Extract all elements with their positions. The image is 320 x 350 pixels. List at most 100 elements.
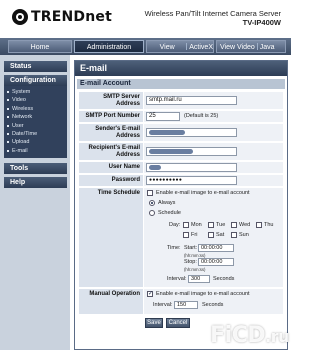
sender-email-cell bbox=[144, 124, 283, 141]
row-recipient-email: Recipient's E-mail Address bbox=[77, 143, 285, 161]
sidebar-configuration[interactable]: Configuration bbox=[4, 75, 67, 86]
manual-interval-input[interactable]: 150 bbox=[174, 301, 198, 309]
save-button[interactable]: Save bbox=[145, 318, 163, 328]
day-sat-checkbox[interactable] bbox=[208, 232, 214, 238]
manual-operation-label: Manual Operation bbox=[79, 289, 143, 314]
day-tue-label: Tue bbox=[216, 222, 226, 228]
day-sat-label: Sat bbox=[216, 232, 225, 238]
tab-divider bbox=[186, 43, 188, 50]
tab-administration[interactable]: Administration bbox=[74, 40, 144, 53]
manual-enable-label: Enable e-mail image to e-mail account bbox=[156, 291, 250, 297]
sidebar-item-video[interactable]: Video bbox=[4, 96, 67, 104]
interval-seconds-label: Seconds bbox=[213, 276, 235, 282]
section-email-account: E-mail Account bbox=[77, 79, 285, 89]
interval-input[interactable]: 300 bbox=[188, 275, 210, 283]
schedule-enable-label: Enable e-mail image to e-mail account bbox=[156, 190, 250, 196]
day-tue-checkbox[interactable] bbox=[208, 222, 214, 228]
password-cell: ●●●●●●●●●● bbox=[144, 175, 283, 186]
top-navigation: Home Administration View Video ActiveX V… bbox=[0, 38, 291, 64]
row-smtp-port: SMTP Port Number 25 (Default is 25) bbox=[77, 111, 285, 123]
product-line: Wireless Pan/Tilt Internet Camera Server bbox=[144, 9, 281, 18]
row-password: Password ●●●●●●●●●● bbox=[77, 175, 285, 187]
tab-java-label: Java bbox=[259, 44, 275, 51]
product-title: Wireless Pan/Tilt Internet Camera Server… bbox=[145, 9, 281, 27]
day-mon-checkbox[interactable] bbox=[183, 222, 189, 228]
start-label: Start: bbox=[184, 245, 198, 251]
brand-name: TRENDnet bbox=[31, 9, 112, 25]
smtp-port-cell: 25 (Default is 25) bbox=[144, 111, 283, 122]
always-label: Always bbox=[158, 200, 176, 206]
stop-time-input[interactable]: 00:00:00 bbox=[198, 258, 234, 266]
day-sun-label: Sun bbox=[239, 232, 249, 238]
trendnet-logo: TRENDnet bbox=[12, 9, 112, 25]
sidebar-item-email[interactable]: E-mail bbox=[4, 147, 67, 155]
manual-enable-checkbox[interactable] bbox=[147, 290, 153, 297]
sidebar-help[interactable]: Help bbox=[4, 177, 67, 188]
redacted-text bbox=[149, 165, 161, 170]
day-thu-label: Thu bbox=[264, 222, 274, 228]
row-sender-email: Sender's E-mail Address bbox=[77, 124, 285, 142]
tab-home[interactable]: Home bbox=[8, 40, 72, 53]
tab-view-video-activex[interactable]: View Video ActiveX bbox=[146, 40, 214, 64]
smtp-server-cell: smtp.mail.ru bbox=[144, 92, 283, 109]
start-time-input[interactable]: 00:00:00 bbox=[198, 244, 234, 252]
sidebar-status[interactable]: Status bbox=[4, 61, 67, 72]
trendnet-logo-icon bbox=[12, 9, 28, 25]
watermark: FiCD.ru bbox=[210, 323, 289, 348]
recipient-email-label: Recipient's E-mail Address bbox=[79, 143, 143, 160]
row-time-schedule: Time Schedule Enable e-mail image to e-m… bbox=[77, 188, 285, 288]
password-label: Password bbox=[79, 175, 143, 186]
smtp-port-label: SMTP Port Number bbox=[79, 111, 143, 122]
header: TRENDnet Wireless Pan/Tilt Internet Came… bbox=[0, 0, 291, 38]
always-radio[interactable] bbox=[149, 200, 155, 206]
sidebar-item-wireless[interactable]: Wireless bbox=[4, 105, 67, 113]
email-settings-panel: E-mail E-mail Account SMTP Server Addres… bbox=[74, 60, 288, 350]
schedule-enable-checkbox[interactable] bbox=[147, 190, 153, 196]
user-name-label: User Name bbox=[79, 162, 143, 173]
user-name-cell bbox=[144, 162, 283, 173]
day-fri-label: Fri bbox=[191, 232, 198, 238]
sidebar-item-system[interactable]: System bbox=[4, 88, 67, 96]
sidebar-item-upload[interactable]: Upload bbox=[4, 138, 67, 146]
row-smtp-server: SMTP Server Address smtp.mail.ru bbox=[77, 92, 285, 110]
interval-label: Interval: bbox=[167, 276, 187, 282]
sidebar-item-date-time[interactable]: Date/Time bbox=[4, 130, 67, 138]
sidebar-tools[interactable]: Tools bbox=[4, 163, 67, 174]
page-title: E-mail bbox=[75, 61, 287, 76]
watermark-text: FiCD bbox=[210, 323, 266, 348]
day-fri-checkbox[interactable] bbox=[183, 232, 189, 238]
redacted-text bbox=[149, 130, 185, 135]
sidebar: Status Configuration System Video Wirele… bbox=[0, 55, 70, 350]
redacted-text bbox=[149, 149, 193, 154]
tab-activex-label: ActiveX bbox=[189, 44, 213, 51]
password-input[interactable]: ●●●●●●●●●● bbox=[146, 176, 237, 185]
watermark-suffix: .ru bbox=[265, 327, 289, 346]
stop-label: Stop: bbox=[184, 259, 197, 265]
time-schedule-cell: Enable e-mail image to e-mail account Al… bbox=[144, 188, 283, 287]
day-mon-label: Mon bbox=[191, 222, 202, 228]
day-wed-checkbox[interactable] bbox=[231, 222, 237, 228]
smtp-port-input[interactable]: 25 bbox=[146, 112, 180, 121]
smtp-server-input[interactable]: smtp.mail.ru bbox=[146, 96, 237, 105]
sender-email-label: Sender's E-mail Address bbox=[79, 124, 143, 141]
day-sun-checkbox[interactable] bbox=[231, 232, 237, 238]
smtp-port-note: (Default is 25) bbox=[184, 113, 219, 119]
day-wed-label: Wed bbox=[239, 222, 251, 228]
cancel-button[interactable]: Cancel bbox=[166, 318, 190, 328]
manual-interval-label: Interval: bbox=[153, 302, 173, 308]
schedule-label: Schedule bbox=[158, 210, 181, 216]
row-user-name: User Name bbox=[77, 162, 285, 174]
tab-view-video-label: View Video bbox=[220, 44, 255, 51]
manual-interval-seconds-label: Seconds bbox=[202, 302, 224, 308]
tab-view-video-label: View Video bbox=[158, 44, 176, 64]
product-model: TV-IP400W bbox=[242, 18, 281, 27]
row-manual-operation: Manual Operation Enable e-mail image to … bbox=[77, 289, 285, 315]
tab-view-video-java[interactable]: View Video Java bbox=[216, 40, 286, 53]
schedule-radio[interactable] bbox=[149, 210, 155, 216]
sidebar-item-network[interactable]: Network bbox=[4, 113, 67, 121]
day-thu-checkbox[interactable] bbox=[256, 222, 262, 228]
smtp-server-label: SMTP Server Address bbox=[79, 92, 143, 109]
time-label: Time: bbox=[167, 245, 181, 251]
day-label: Day: bbox=[169, 222, 181, 228]
sidebar-item-user[interactable]: User bbox=[4, 122, 67, 130]
